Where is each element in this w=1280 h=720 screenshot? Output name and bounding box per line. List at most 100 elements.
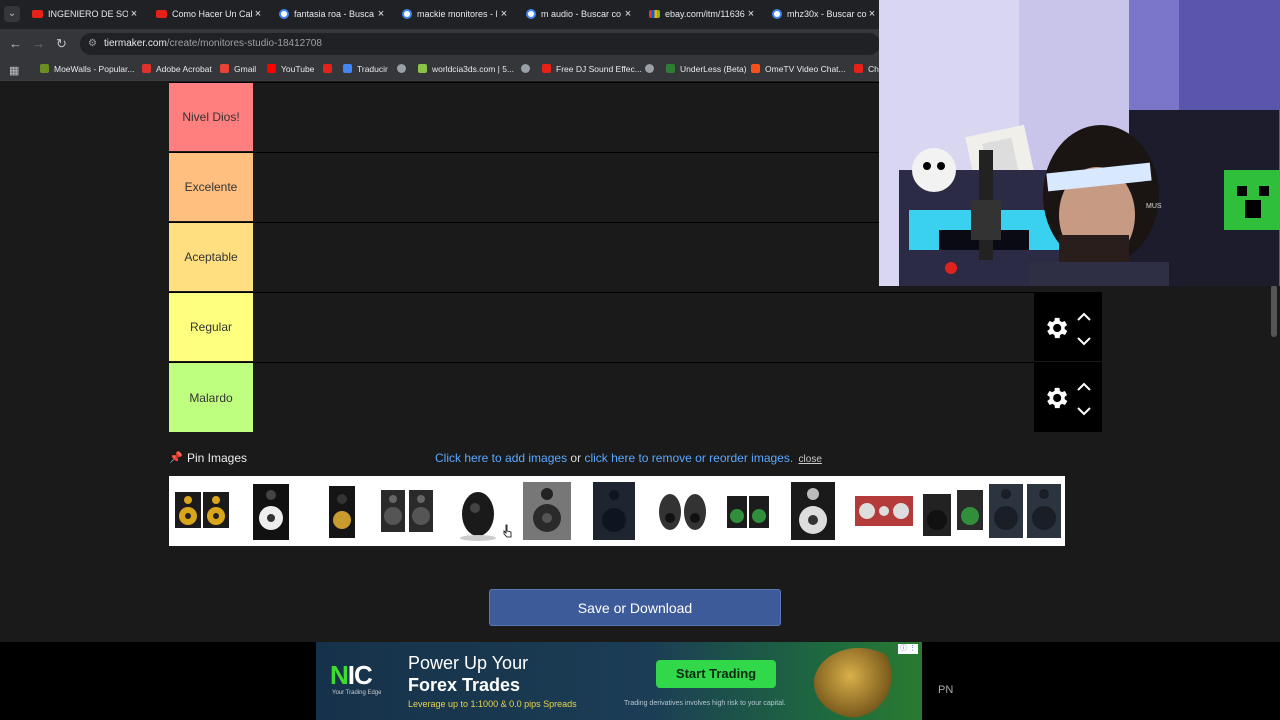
speaker-image[interactable] bbox=[249, 480, 293, 542]
youtube-icon bbox=[32, 9, 43, 18]
tier-label[interactable]: Malardo bbox=[169, 363, 253, 432]
speaker-image[interactable] bbox=[655, 480, 711, 542]
bookmark-item[interactable]: YouTube bbox=[267, 63, 314, 76]
apps-grid-icon[interactable]: ▦ bbox=[9, 64, 19, 77]
webcam-overlay: MUS bbox=[879, 0, 1280, 286]
ad-headline-1: Power Up Your bbox=[408, 653, 529, 673]
tab-search-icon[interactable]: ⌄ bbox=[4, 6, 20, 22]
gmail-icon bbox=[220, 64, 229, 74]
bookmark-item[interactable] bbox=[323, 63, 337, 76]
ad-logo-tagline: Your Trading Edge bbox=[332, 690, 382, 696]
settings-gear-icon[interactable] bbox=[1042, 314, 1070, 342]
acrobat-icon bbox=[142, 64, 151, 74]
bookmark-item[interactable]: OmeTV Video Chat... bbox=[751, 63, 846, 76]
tier-row[interactable]: Regular bbox=[169, 292, 1102, 361]
speaker-image[interactable] bbox=[853, 480, 915, 542]
google-icon bbox=[526, 8, 536, 19]
bookmark-item[interactable]: worldcia3ds.com | 5... bbox=[418, 63, 514, 76]
globe-icon bbox=[397, 64, 406, 74]
move-down-icon[interactable] bbox=[1074, 333, 1094, 349]
speaker-image[interactable] bbox=[787, 480, 839, 542]
site-info-icon[interactable]: ⚙ bbox=[88, 33, 97, 55]
move-up-icon[interactable] bbox=[1074, 379, 1094, 395]
save-or-download-button[interactable]: Save or Download bbox=[489, 589, 781, 626]
bookmark-favicon-icon bbox=[418, 64, 427, 74]
bookmark-item[interactable]: Free DJ Sound Effec... bbox=[542, 63, 642, 76]
ad-headline-2: Forex Trades bbox=[408, 675, 521, 695]
browser-tab[interactable]: ebay.com/itm/11636 × bbox=[649, 4, 757, 25]
tier-controls bbox=[1034, 293, 1102, 361]
ad-footer: NIC Your Trading Edge Power Up Your Fore… bbox=[0, 642, 1280, 720]
settings-gear-icon[interactable] bbox=[1042, 384, 1070, 412]
bookmark-favicon-icon bbox=[40, 64, 49, 74]
browser-tab[interactable]: mackie monitores - B × bbox=[402, 4, 510, 25]
speaker-image[interactable] bbox=[519, 480, 575, 542]
start-trading-button[interactable]: Start Trading bbox=[656, 660, 776, 688]
close-tab-icon[interactable]: × bbox=[252, 4, 264, 25]
ad-info-icon[interactable]: ⓘ ⋮ bbox=[898, 644, 918, 654]
close-tab-icon[interactable]: × bbox=[498, 4, 510, 25]
mouse-cursor-icon bbox=[503, 524, 512, 538]
move-up-icon[interactable] bbox=[1074, 309, 1094, 325]
close-tab-icon[interactable]: × bbox=[622, 4, 634, 25]
close-tab-icon[interactable]: × bbox=[745, 4, 757, 25]
close-tab-icon[interactable]: × bbox=[866, 4, 878, 25]
globe-icon bbox=[521, 64, 530, 74]
bookmark-item[interactable]: Ch bbox=[854, 63, 879, 76]
address-bar[interactable]: ⚙ tiermaker.com/create/monitores-studio-… bbox=[80, 33, 880, 55]
youtube-icon bbox=[542, 64, 551, 74]
bookmark-item[interactable]: Traducir bbox=[343, 63, 388, 76]
image-actions: Click here to add images or click here t… bbox=[435, 451, 822, 465]
back-icon[interactable]: ← bbox=[9, 36, 22, 52]
tier-label[interactable]: Excelente bbox=[169, 153, 253, 221]
bookmark-item[interactable]: Gmail bbox=[220, 63, 256, 76]
pin-images-label[interactable]: Pin Images bbox=[187, 451, 247, 465]
close-tab-icon[interactable]: × bbox=[375, 4, 387, 25]
google-icon bbox=[772, 8, 782, 19]
close-tab-icon[interactable]: × bbox=[128, 4, 140, 25]
ometv-icon bbox=[751, 64, 760, 74]
url-host: tiermaker.com bbox=[104, 38, 167, 49]
browser-tab[interactable]: Como Hacer Un Cabl × bbox=[156, 4, 264, 25]
browser-tab[interactable]: mhz30x - Buscar con × bbox=[772, 4, 878, 25]
speaker-image[interactable] bbox=[453, 480, 503, 542]
bookmark-item[interactable]: Adobe Acrobat bbox=[142, 63, 212, 76]
tier-label[interactable]: Nivel Dios! bbox=[169, 83, 253, 151]
speaker-image[interactable] bbox=[589, 480, 639, 542]
bookmark-item[interactable]: UnderLess (Beta) bbox=[666, 63, 747, 76]
speaker-image[interactable] bbox=[321, 480, 361, 542]
speaker-image[interactable] bbox=[921, 480, 985, 542]
youtube-icon bbox=[323, 64, 332, 74]
browser-tab[interactable]: fantasia roa - Buscar × bbox=[279, 4, 387, 25]
translate-icon bbox=[343, 64, 352, 74]
bookmark-item[interactable] bbox=[645, 63, 659, 76]
page-scrollbar[interactable] bbox=[1268, 285, 1280, 641]
speaker-image[interactable] bbox=[377, 480, 437, 542]
browser-tab[interactable]: INGENIERO DE SONI × bbox=[32, 4, 140, 25]
bookmark-item[interactable]: MoeWalls - Popular... bbox=[40, 63, 134, 76]
forward-icon[interactable]: → bbox=[32, 36, 45, 52]
speaker-image[interactable] bbox=[173, 480, 233, 542]
browser-tab[interactable]: m audio - Buscar con × bbox=[526, 4, 634, 25]
tier-label[interactable]: Aceptable bbox=[169, 223, 253, 291]
youtube-icon bbox=[267, 64, 276, 74]
speaker-image[interactable] bbox=[987, 480, 1063, 542]
speaker-image[interactable] bbox=[723, 480, 773, 542]
ebay-icon bbox=[649, 9, 660, 18]
add-images-link[interactable]: Click here to add images bbox=[435, 451, 567, 465]
tier-label[interactable]: Regular bbox=[169, 293, 253, 361]
pin-icon[interactable]: 📌 bbox=[169, 451, 183, 464]
bookmark-item[interactable] bbox=[521, 63, 535, 76]
move-down-icon[interactable] bbox=[1074, 403, 1094, 419]
youtube-icon bbox=[854, 64, 863, 74]
youtube-icon bbox=[156, 9, 167, 18]
reorder-images-link[interactable]: click here to remove or reorder images. bbox=[584, 451, 793, 465]
close-link[interactable]: close bbox=[799, 454, 822, 465]
reload-icon[interactable]: ↻ bbox=[56, 36, 67, 52]
ad-banner[interactable]: NIC Your Trading Edge Power Up Your Fore… bbox=[316, 642, 922, 720]
or-text: or bbox=[570, 451, 582, 465]
underless-icon bbox=[666, 64, 675, 74]
bookmark-item[interactable] bbox=[397, 63, 411, 76]
tier-row[interactable]: Malardo bbox=[169, 362, 1102, 432]
scrollbar-thumb[interactable] bbox=[1271, 285, 1277, 337]
